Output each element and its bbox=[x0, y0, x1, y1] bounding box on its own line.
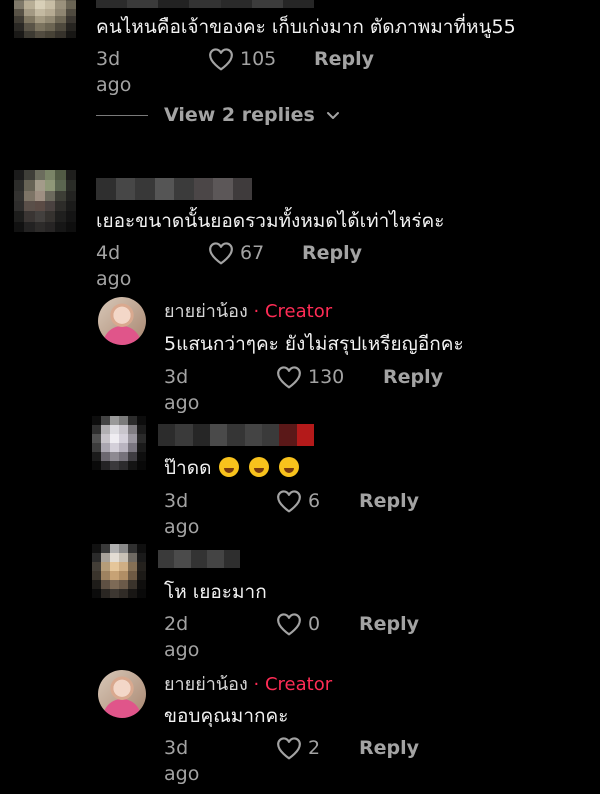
like-button[interactable]: 130 bbox=[276, 364, 344, 390]
view-replies-button[interactable]: View 2 replies bbox=[96, 104, 343, 126]
like-button[interactable]: 67 bbox=[208, 240, 264, 266]
separator-dot: · bbox=[253, 301, 260, 322]
heart-outline-icon bbox=[277, 737, 301, 760]
reply-button[interactable]: Reply bbox=[359, 611, 419, 637]
heart-outline-icon bbox=[209, 48, 233, 71]
view-replies-label: View 2 replies bbox=[164, 104, 315, 126]
reply-button[interactable]: Reply bbox=[302, 240, 362, 266]
username-redacted bbox=[96, 0, 314, 8]
creator-name-line: ยายย่าน้อง · Creator bbox=[164, 300, 332, 324]
like-button[interactable]: 2 bbox=[276, 735, 320, 761]
reply-button[interactable]: Reply bbox=[383, 364, 443, 390]
heart-outline-icon bbox=[277, 613, 301, 636]
laughing-crying-emoji-icon bbox=[219, 457, 240, 477]
like-count: 6 bbox=[308, 490, 321, 512]
like-button[interactable]: 0 bbox=[276, 611, 320, 637]
comment-time: 4d ago bbox=[96, 242, 132, 290]
comment-text-label: ป๊าดด bbox=[164, 457, 212, 479]
comment-text: คนไหนคือเจ้าของคะ เก็บเก่งมาก ตัดภาพมาที… bbox=[96, 16, 516, 38]
avatar[interactable] bbox=[92, 544, 146, 598]
reply-button[interactable]: Reply bbox=[314, 46, 374, 72]
like-count: 67 bbox=[240, 242, 265, 264]
comment-time: 2d ago bbox=[164, 613, 200, 661]
creator-name-line: ยายย่าน้อง · Creator bbox=[164, 673, 332, 697]
reply-button[interactable]: Reply bbox=[359, 735, 419, 761]
like-button[interactable]: 105 bbox=[208, 46, 276, 72]
creator-avatar[interactable] bbox=[98, 297, 146, 345]
reply-button[interactable]: Reply bbox=[359, 488, 419, 514]
like-count: 130 bbox=[308, 366, 345, 388]
comment-time: 3d ago bbox=[164, 366, 200, 414]
author-name[interactable]: ยายย่าน้อง bbox=[164, 674, 248, 695]
author-name[interactable]: ยายย่าน้อง bbox=[164, 301, 248, 322]
comment-text: เยอะขนาดนั้นยอดรวมทั้งหมดได้เท่าไหร่คะ bbox=[96, 210, 445, 232]
comment-time: 3d ago bbox=[164, 490, 200, 538]
like-count: 2 bbox=[308, 737, 321, 759]
avatar[interactable] bbox=[92, 416, 146, 470]
comment-time: 3d ago bbox=[96, 48, 132, 96]
comment-text: โห เยอะมาก bbox=[164, 581, 267, 603]
like-count: 0 bbox=[308, 613, 321, 635]
laughing-crying-emoji-icon bbox=[279, 457, 300, 477]
divider-line bbox=[96, 114, 148, 116]
username-redacted bbox=[158, 424, 314, 446]
avatar[interactable] bbox=[14, 0, 76, 38]
comment-text: ขอบคุณมากคะ bbox=[164, 705, 289, 727]
username-redacted bbox=[158, 550, 241, 568]
creator-avatar[interactable] bbox=[98, 670, 146, 718]
username-redacted bbox=[96, 178, 252, 200]
chevron-down-icon bbox=[326, 112, 339, 119]
separator-dot: · bbox=[253, 674, 260, 695]
heart-outline-icon bbox=[277, 490, 301, 513]
creator-badge: Creator bbox=[264, 674, 333, 695]
avatar[interactable] bbox=[14, 170, 76, 232]
comment-text: ป๊าดด bbox=[164, 455, 300, 481]
creator-badge: Creator bbox=[264, 301, 333, 322]
like-count: 105 bbox=[240, 48, 277, 70]
like-button[interactable]: 6 bbox=[276, 488, 320, 514]
laughing-crying-emoji-icon bbox=[249, 457, 270, 477]
comment-text: 5แสนกว่าๆคะ ยังไม่สรุปเหรียญอีกคะ bbox=[164, 333, 464, 355]
heart-outline-icon bbox=[277, 366, 301, 389]
heart-outline-icon bbox=[209, 242, 233, 265]
comment-time: 3d ago bbox=[164, 737, 200, 785]
